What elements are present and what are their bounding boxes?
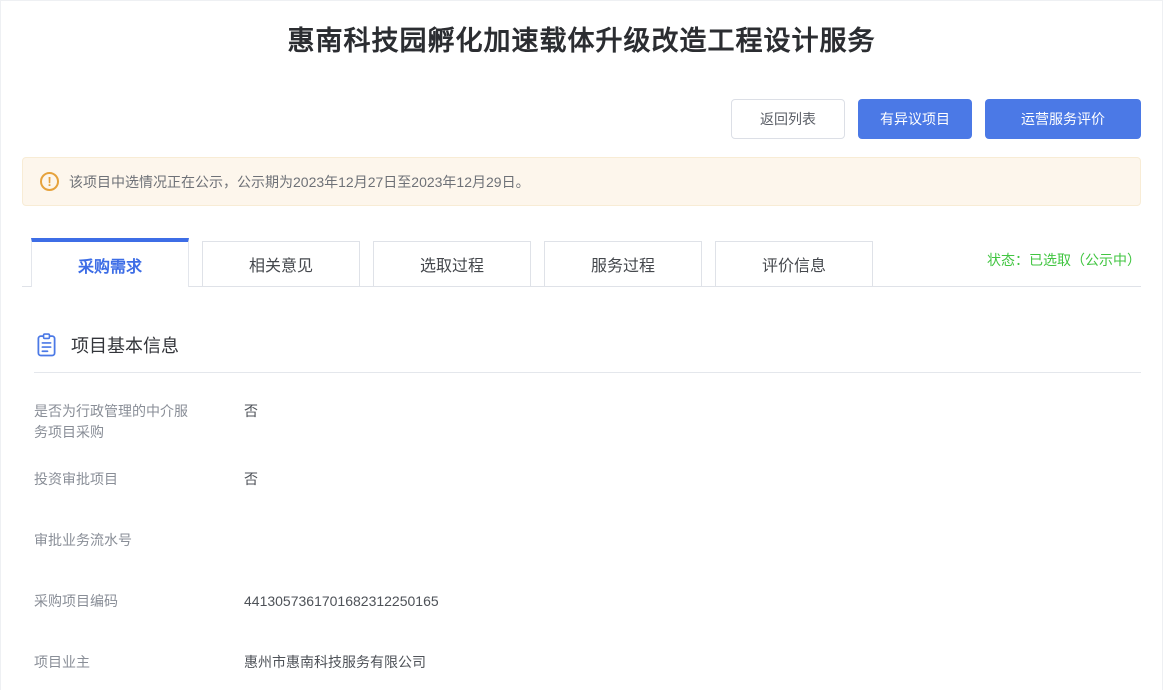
clipboard-icon bbox=[34, 332, 59, 358]
field-row-procurement-project-code: 采购项目编码 4413057361701682312250165 bbox=[34, 591, 1141, 612]
project-detail-page: 惠南科技园孵化加速载体升级改造工程设计服务 返回列表 有异议项目 运营服务评价 … bbox=[0, 0, 1163, 690]
notice-text: 该项目中选情况正在公示，公示期为2023年12月27日至2023年12月29日。 bbox=[69, 172, 530, 192]
field-label: 是否为行政管理的中介服务项目采购 bbox=[34, 401, 194, 443]
basic-info-fields: 是否为行政管理的中介服务项目采购 否 投资审批项目 否 审批业务流水号 采购项目… bbox=[34, 401, 1141, 673]
status-badge: 状态：已选取（公示中） bbox=[987, 250, 1141, 276]
field-value: 否 bbox=[244, 469, 258, 490]
publicity-notice-banner: ! 该项目中选情况正在公示，公示期为2023年12月27日至2023年12月29… bbox=[22, 157, 1141, 206]
tab-related-opinions[interactable]: 相关意见 bbox=[202, 241, 360, 287]
back-to-list-button[interactable]: 返回列表 bbox=[731, 99, 845, 139]
warning-circle-icon: ! bbox=[40, 172, 59, 191]
field-value: 惠州市惠南科技服务有限公司 bbox=[244, 652, 426, 673]
field-row-intermediary-service: 是否为行政管理的中介服务项目采购 否 bbox=[34, 401, 1141, 443]
section-header-basic-info: 项目基本信息 bbox=[34, 332, 1141, 358]
field-row-approval-serial-number: 审批业务流水号 bbox=[34, 530, 1141, 551]
section-divider bbox=[34, 372, 1141, 373]
field-label: 投资审批项目 bbox=[34, 469, 194, 490]
tab-bar: 采购需求 相关意见 选取过程 服务过程 评价信息 状态：已选取（公示中） bbox=[31, 238, 1141, 287]
service-evaluation-button[interactable]: 运营服务评价 bbox=[985, 99, 1141, 139]
tab-selection-process[interactable]: 选取过程 bbox=[373, 241, 531, 287]
toolbar: 返回列表 有异议项目 运营服务评价 bbox=[22, 99, 1141, 139]
field-row-project-owner: 项目业主 惠州市惠南科技服务有限公司 bbox=[34, 652, 1141, 673]
tab-service-process[interactable]: 服务过程 bbox=[544, 241, 702, 287]
objection-project-button[interactable]: 有异议项目 bbox=[858, 99, 972, 139]
section-title: 项目基本信息 bbox=[71, 332, 179, 358]
tab-evaluation-info[interactable]: 评价信息 bbox=[715, 241, 873, 287]
field-value: 否 bbox=[244, 401, 258, 443]
tab-procurement-demand[interactable]: 采购需求 bbox=[31, 238, 189, 287]
field-row-investment-approval: 投资审批项目 否 bbox=[34, 469, 1141, 490]
field-label: 项目业主 bbox=[34, 652, 194, 673]
field-label: 审批业务流水号 bbox=[34, 530, 194, 551]
page-title: 惠南科技园孵化加速载体升级改造工程设计服务 bbox=[22, 1, 1141, 61]
field-value: 4413057361701682312250165 bbox=[244, 591, 439, 612]
field-label: 采购项目编码 bbox=[34, 591, 194, 612]
